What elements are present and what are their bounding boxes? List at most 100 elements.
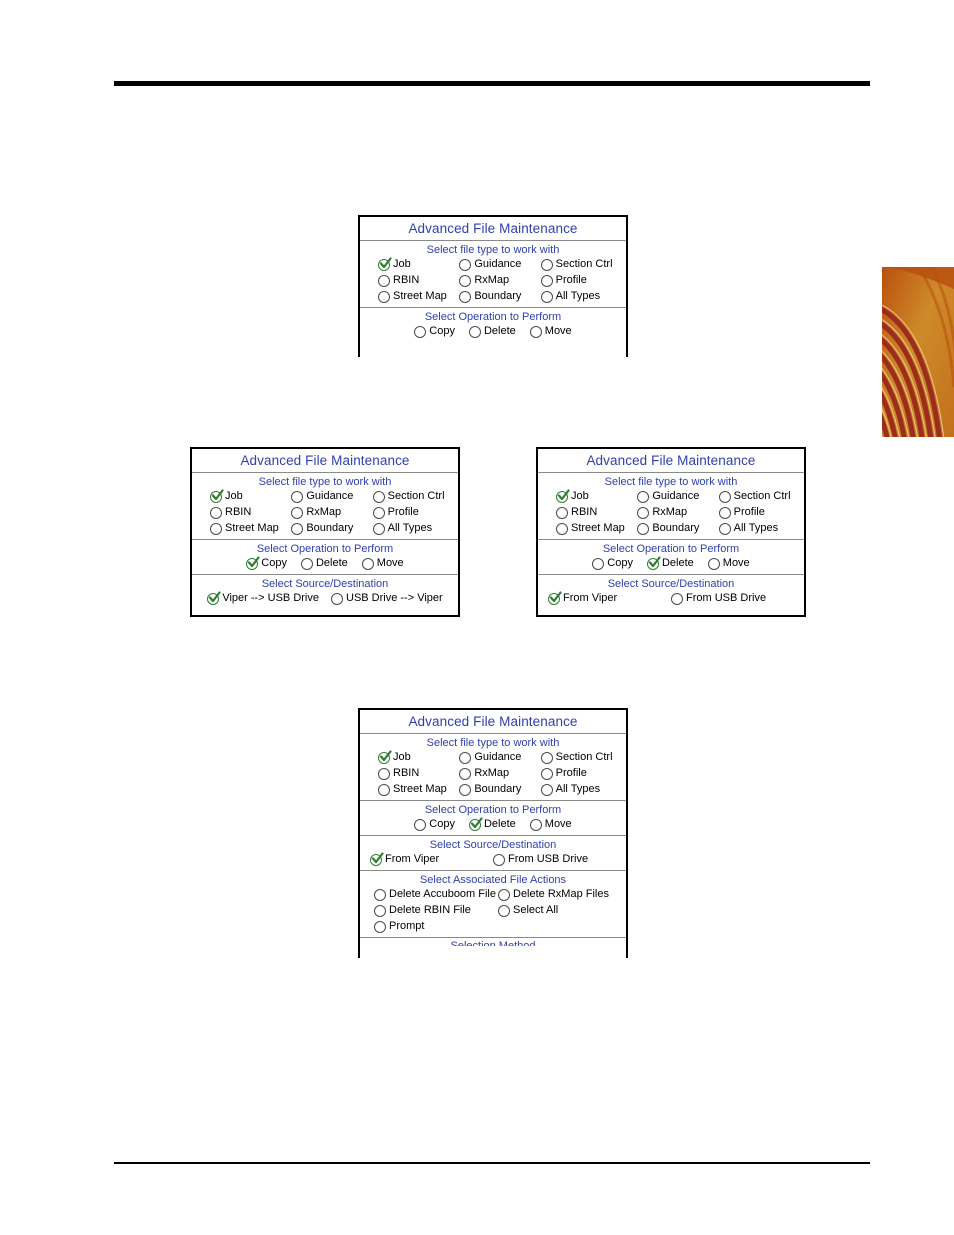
radio-option-delete[interactable]: Delete [468,325,516,338]
radio-icon[interactable] [540,274,553,287]
radio-option-profile[interactable]: Profile [540,274,622,287]
radio-option-profile[interactable]: Profile [540,767,622,780]
radio-option-street-map[interactable]: Street Map [210,522,291,535]
radio-icon[interactable] [372,522,385,535]
radio-icon[interactable] [331,592,343,605]
radio-option-usb-to-viper[interactable]: USB Drive --> Viper [331,592,443,605]
radio-icon[interactable] [372,490,385,503]
radio-icon[interactable] [300,557,313,570]
radio-option-copy[interactable]: Copy [414,818,455,831]
radio-icon[interactable] [529,818,542,831]
radio-option-all-types[interactable]: All Types [718,522,800,535]
radio-option-section-ctrl[interactable]: Section Ctrl [540,751,622,764]
radio-icon[interactable] [718,490,731,503]
radio-option-job[interactable]: Job [378,256,459,271]
radio-icon[interactable] [493,853,505,866]
radio-option-delete-rxmap-files[interactable]: Delete RxMap Files [498,888,622,901]
radio-icon[interactable] [378,783,390,796]
radio-option-street-map[interactable]: Street Map [378,783,459,796]
radio-icon[interactable] [529,325,542,338]
radio-checked-icon[interactable] [646,555,661,570]
radio-option-delete-accuboom-file[interactable]: Delete Accuboom File [374,888,498,901]
radio-option-delete[interactable]: Delete [646,555,694,570]
radio-checked-icon[interactable] [548,590,562,605]
radio-checked-icon[interactable] [210,488,224,503]
radio-option-delete[interactable]: Delete [300,557,348,570]
radio-option-rbin[interactable]: RBIN [378,767,459,780]
radio-option-rbin[interactable]: RBIN [210,506,291,519]
radio-option-from-usb-drive[interactable]: From USB Drive [671,592,794,605]
radio-option-move[interactable]: Move [529,818,572,831]
radio-icon[interactable] [498,904,510,917]
radio-option-delete-rbin-file[interactable]: Delete RBIN File [374,904,498,917]
radio-option-job[interactable]: Job [378,749,459,764]
radio-checked-icon[interactable] [556,488,570,503]
radio-option-viper-to-usb[interactable]: Viper --> USB Drive [207,590,319,605]
radio-option-job[interactable]: Job [556,488,637,503]
radio-option-copy[interactable]: Copy [414,325,455,338]
radio-icon[interactable] [498,888,510,901]
radio-icon[interactable] [671,592,683,605]
radio-icon[interactable] [414,325,427,338]
radio-icon[interactable] [637,490,650,503]
radio-icon[interactable] [556,522,568,535]
radio-icon[interactable] [372,506,385,519]
radio-option-from-viper[interactable]: From Viper [370,851,493,866]
radio-checked-icon[interactable] [468,816,483,831]
radio-icon[interactable] [210,506,222,519]
radio-icon[interactable] [540,783,553,796]
radio-option-section-ctrl[interactable]: Section Ctrl [540,258,622,271]
radio-icon[interactable] [459,783,472,796]
radio-checked-icon[interactable] [378,749,392,764]
radio-icon[interactable] [378,767,390,780]
radio-option-section-ctrl[interactable]: Section Ctrl [372,490,454,503]
radio-option-move[interactable]: Move [707,557,750,570]
radio-icon[interactable] [556,506,568,519]
radio-option-job[interactable]: Job [210,488,291,503]
radio-option-boundary[interactable]: Boundary [459,783,540,796]
radio-option-from-usb-drive[interactable]: From USB Drive [493,853,616,866]
radio-option-boundary[interactable]: Boundary [459,290,540,303]
radio-icon[interactable] [414,818,427,831]
radio-icon[interactable] [468,325,481,338]
radio-option-from-viper[interactable]: From Viper [548,590,671,605]
radio-icon[interactable] [210,522,222,535]
radio-option-all-types[interactable]: All Types [540,290,622,303]
radio-option-prompt[interactable]: Prompt [374,920,498,933]
radio-icon[interactable] [459,767,472,780]
radio-icon[interactable] [361,557,374,570]
radio-icon[interactable] [374,920,386,933]
radio-icon[interactable] [718,506,731,519]
radio-icon[interactable] [707,557,720,570]
radio-icon[interactable] [459,751,472,764]
radio-option-profile[interactable]: Profile [718,506,800,519]
radio-icon[interactable] [540,290,553,303]
radio-option-all-types[interactable]: All Types [372,522,454,535]
radio-option-street-map[interactable]: Street Map [556,522,637,535]
radio-icon[interactable] [291,490,304,503]
radio-icon[interactable] [378,290,390,303]
radio-icon[interactable] [718,522,731,535]
radio-checked-icon[interactable] [370,851,384,866]
radio-option-copy[interactable]: Copy [246,555,287,570]
radio-option-boundary[interactable]: Boundary [291,522,372,535]
radio-option-section-ctrl[interactable]: Section Ctrl [718,490,800,503]
radio-option-rbin[interactable]: RBIN [378,274,459,287]
radio-icon[interactable] [459,258,472,271]
radio-option-guidance[interactable]: Guidance [637,490,718,503]
radio-option-profile[interactable]: Profile [372,506,454,519]
radio-icon[interactable] [540,751,553,764]
radio-option-move[interactable]: Move [361,557,404,570]
radio-icon[interactable] [459,274,472,287]
radio-icon[interactable] [374,888,386,901]
radio-option-rxmap[interactable]: RxMap [459,274,540,287]
radio-option-select-all[interactable]: Select All [498,904,622,917]
radio-option-copy[interactable]: Copy [592,557,633,570]
radio-option-delete[interactable]: Delete [468,816,516,831]
radio-icon[interactable] [540,767,553,780]
radio-icon[interactable] [459,290,472,303]
radio-icon[interactable] [378,274,390,287]
radio-checked-icon[interactable] [246,555,260,570]
radio-option-rxmap[interactable]: RxMap [459,767,540,780]
radio-option-guidance[interactable]: Guidance [459,751,540,764]
